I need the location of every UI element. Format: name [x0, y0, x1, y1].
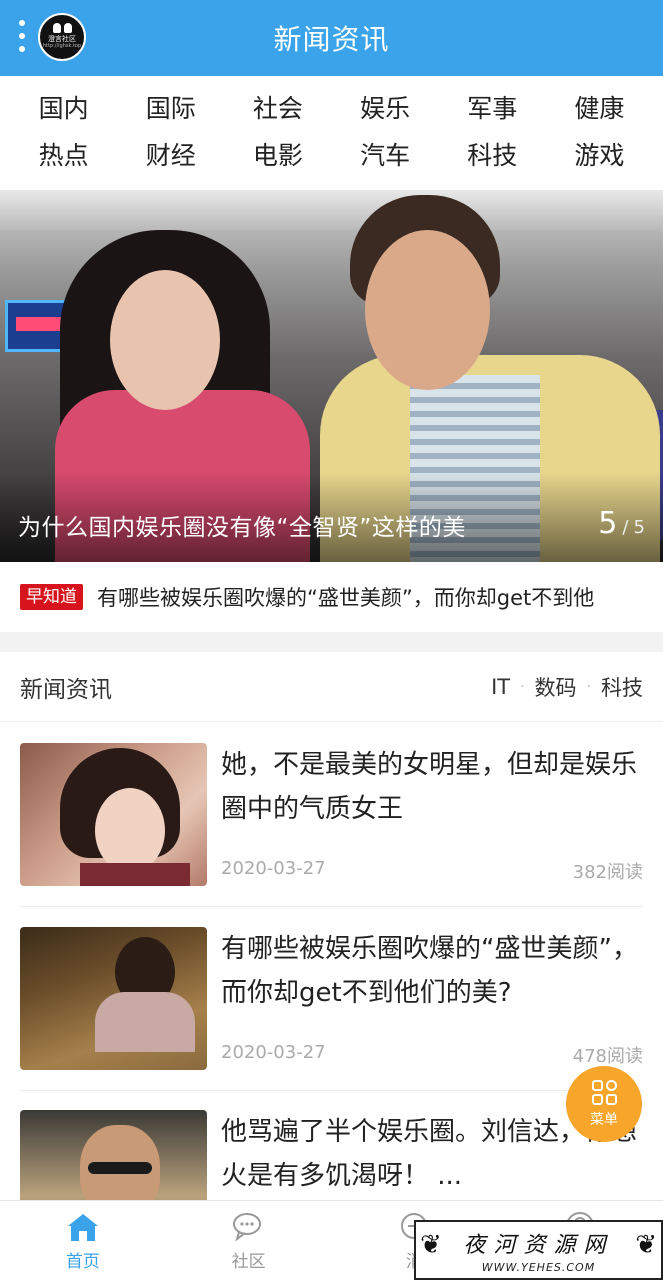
category-nav: 国内 国际 社会 娱乐 军事 健康 热点 财经 电影 汽车 科技 游戏: [0, 76, 663, 190]
news-thumbnail[interactable]: [20, 743, 207, 886]
banner-image-woman-face: [110, 270, 220, 410]
section-tag-it[interactable]: IT: [491, 675, 510, 699]
thumbnail-figure-sunglasses: [88, 1162, 152, 1174]
thumbnail-figure-face: [95, 788, 165, 873]
category-item[interactable]: 财经: [117, 132, 224, 179]
category-item[interactable]: 电影: [224, 132, 331, 179]
section-title: 新闻资讯: [20, 676, 112, 703]
category-item[interactable]: 科技: [439, 132, 546, 179]
tab-home[interactable]: 首页: [0, 1201, 166, 1280]
tag-separator-icon: ·: [586, 678, 591, 695]
thumbnail-figure-clothes: [80, 863, 190, 886]
news-item[interactable]: 她，不是最美的女明星，但却是娱乐圈中的气质女王 2020-03-27 382阅读: [20, 743, 643, 903]
tab-community[interactable]: 社区: [166, 1201, 332, 1280]
banner-caption[interactable]: 为什么国内娱乐圈没有像“全智贤”这样的美: [18, 508, 466, 542]
news-thumbnail[interactable]: [20, 1110, 207, 1200]
banner-image-ceiling: [0, 190, 663, 230]
banner-pager: 5 / 5: [598, 506, 645, 541]
banner-pager-separator: /: [622, 517, 629, 538]
news-ticker[interactable]: 早知道 有哪些被娱乐圈吹爆的“盛世美颜”，而你却get不到他: [0, 562, 663, 632]
floating-menu-label: 菜单: [590, 1111, 618, 1128]
news-headline[interactable]: 有哪些被娱乐圈吹爆的“盛世美颜”，而你却get不到他们的美?: [221, 927, 641, 1015]
ticker-text[interactable]: 有哪些被娱乐圈吹爆的“盛世美颜”，而你却get不到他: [97, 582, 637, 612]
ticker-badge: 早知道: [20, 584, 83, 610]
category-item[interactable]: 国内: [10, 85, 117, 132]
banner-image-man-face: [365, 230, 490, 390]
banner-pager-current: 5: [598, 506, 618, 541]
category-item[interactable]: 娱乐: [331, 85, 438, 132]
section-gap: [0, 632, 663, 652]
tab-label: 社区: [231, 1251, 266, 1272]
home-icon: [67, 1213, 98, 1241]
category-item[interactable]: 健康: [546, 85, 653, 132]
list-divider: [20, 1090, 643, 1091]
chat-bubble-icon: [232, 1212, 261, 1242]
news-headline[interactable]: 她，不是最美的女明星，但却是娱乐圈中的气质女王: [221, 743, 641, 831]
news-item[interactable]: 有哪些被娱乐圈吹爆的“盛世美颜”，而你却get不到他们的美? 2020-03-2…: [20, 927, 643, 1087]
top-bar: 澄言社区 http://ighsk.top 新闻资讯: [0, 0, 663, 76]
logo-text: 澄言社区: [48, 35, 76, 43]
news-thumbnail[interactable]: [20, 927, 207, 1070]
section-tags: IT · 数码 · 科技: [491, 672, 643, 702]
watermark-ornament-icon: ❦: [420, 1230, 442, 1260]
logo-glyph: [52, 23, 72, 33]
menu-grid-icon: [591, 1079, 617, 1105]
section-header: 新闻资讯 IT · 数码 · 科技: [0, 652, 663, 722]
community-logo[interactable]: 澄言社区 http://ighsk.top: [38, 13, 86, 61]
category-item[interactable]: 国际: [117, 85, 224, 132]
category-item[interactable]: 汽车: [331, 132, 438, 179]
category-item[interactable]: 热点: [10, 132, 117, 179]
category-item[interactable]: 社会: [224, 85, 331, 132]
banner-pager-total: 5: [633, 517, 645, 538]
list-divider: [20, 906, 643, 907]
logo-url: http://ighsk.top: [42, 43, 82, 49]
news-date: 2020-03-27: [221, 858, 326, 879]
section-tag-tech[interactable]: 科技: [601, 672, 643, 702]
category-item[interactable]: 游戏: [546, 132, 653, 179]
tab-label: 首页: [65, 1251, 100, 1272]
watermark-ornament-icon: ❦: [635, 1230, 657, 1260]
news-read-count: 382阅读: [572, 862, 643, 883]
watermark: ❦ ❦ 夜河资源网 WWW.YEHES.COM: [414, 1220, 663, 1280]
watermark-title: 夜河资源网: [463, 1232, 614, 1258]
watermark-url: WWW.YEHES.COM: [481, 1260, 596, 1274]
news-read-count: 478阅读: [572, 1046, 643, 1067]
page-title: 新闻资讯: [273, 23, 390, 56]
news-item[interactable]: 他骂遍了半个娱乐圈。刘信达，你想火是有多饥渴呀！ ...: [20, 1110, 643, 1200]
more-menu-icon[interactable]: [18, 20, 26, 52]
news-date: 2020-03-27: [221, 1042, 326, 1063]
thumbnail-figure-body: [95, 992, 195, 1052]
section-tag-digital[interactable]: 数码: [535, 672, 577, 702]
category-item[interactable]: 军事: [439, 85, 546, 132]
floating-menu-button[interactable]: 菜单: [566, 1066, 642, 1142]
banner-carousel[interactable]: 为什么国内娱乐圈没有像“全智贤”这样的美 5 / 5: [0, 190, 663, 562]
tag-separator-icon: ·: [520, 678, 525, 695]
